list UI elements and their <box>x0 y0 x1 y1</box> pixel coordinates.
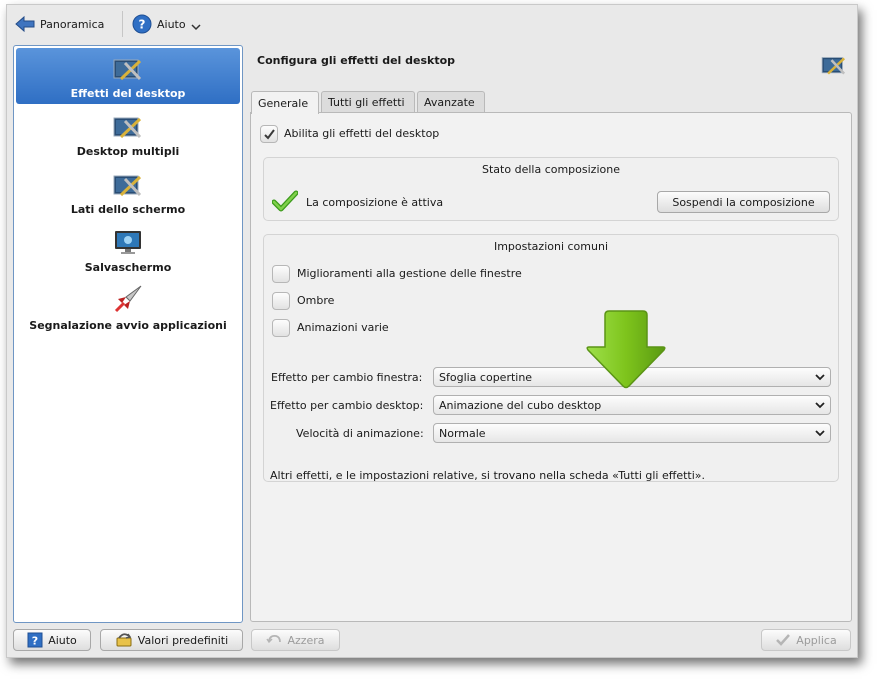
sidebar-item-screensaver[interactable]: Salvaschermo <box>16 222 240 278</box>
sidebar-item-launch-feedback[interactable]: Segnalazione avvio applicazioni <box>16 280 240 336</box>
desktop-switch-label: Effetto per cambio desktop: <box>270 399 424 412</box>
help-icon: ? <box>132 14 152 34</box>
help-button-label: Aiuto <box>48 633 77 647</box>
reset-button-label: Azzera <box>287 633 325 647</box>
sidebar-item-multiple-desktops[interactable]: Desktop multipli <box>16 106 240 162</box>
desktop-effects-icon <box>113 59 142 81</box>
multiple-desktops-icon <box>113 117 142 139</box>
chevron-down-icon <box>815 402 825 409</box>
checkmark-icon <box>264 129 275 140</box>
composition-status-text: La composizione è attiva <box>306 196 444 209</box>
tab-general[interactable]: Generale <box>251 91 319 114</box>
enable-effects-label: Abilita gli effetti del desktop <box>284 127 440 140</box>
tab-label: Avanzate <box>424 96 475 109</box>
window-management-label: Miglioramenti alla gestione delle finest… <box>297 267 522 280</box>
animations-label: Animazioni varie <box>297 321 389 334</box>
reset-button[interactable]: Azzera <box>251 629 340 651</box>
launch-feedback-rocket-icon <box>114 285 142 313</box>
sidebar-item-label: Desktop multipli <box>76 145 180 158</box>
sidebar-item-label: Effetti del desktop <box>70 87 186 100</box>
page-title: Configura gli effetti del desktop <box>257 54 456 67</box>
more-effects-hint: Altri effetti, e le impostazioni relativ… <box>270 469 706 482</box>
sidebar-item-label: Lati dello schermo <box>70 203 186 216</box>
restore-defaults-icon <box>116 633 132 647</box>
sidebar-item-label: Salvaschermo <box>84 261 172 274</box>
screen-edges-icon <box>113 175 142 197</box>
chevron-down-icon <box>815 374 825 381</box>
overview-button[interactable]: Panoramica <box>11 11 108 37</box>
svg-text:?: ? <box>139 18 146 32</box>
suspend-composition-button[interactable]: Sospendi la composizione <box>657 191 830 213</box>
common-settings-group: Impostazioni comuni Miglioramenti alla g… <box>263 234 839 482</box>
chevron-down-icon <box>815 430 825 437</box>
svg-text:?: ? <box>32 635 38 648</box>
desktop-effects-icon <box>821 57 846 75</box>
system-settings-window: Panoramica ? Aiuto Effetti del desktop D… <box>6 4 858 658</box>
help-menu-button[interactable]: ? Aiuto <box>128 11 205 37</box>
desktop-switch-combo[interactable]: Animazione del cubo desktop <box>433 395 831 415</box>
enable-effects-checkbox[interactable] <box>260 125 278 143</box>
help-icon: ? <box>27 632 43 648</box>
chevron-down-icon <box>191 24 201 31</box>
help-button[interactable]: ? Aiuto <box>13 629 91 651</box>
general-tab-panel: Abilita gli effetti del desktop Stato de… <box>250 112 852 622</box>
sidebar-item-label: Segnalazione avvio applicazioni <box>29 319 227 332</box>
defaults-button-label: Valori predefiniti <box>137 633 229 647</box>
common-settings-title: Impostazioni comuni <box>493 240 609 253</box>
help-label: Aiuto <box>157 17 186 31</box>
back-arrow-icon <box>15 15 35 33</box>
animation-speed-combo[interactable]: Normale <box>433 423 831 443</box>
tab-label: Tutti gli effetti <box>328 96 405 109</box>
animation-speed-value: Normale <box>439 426 486 440</box>
window-management-checkbox[interactable] <box>272 265 290 283</box>
check-ok-icon <box>272 190 298 212</box>
shadows-checkbox[interactable] <box>272 292 290 310</box>
reset-icon <box>266 634 282 644</box>
desktop-switch-value: Animazione del cubo desktop <box>439 398 602 412</box>
toolbar-separator <box>122 11 123 37</box>
animation-speed-label: Velocità di animazione: <box>296 427 424 440</box>
window-switch-label: Effetto per cambio finestra: <box>271 371 423 384</box>
checkmark-icon <box>776 634 791 646</box>
apply-button[interactable]: Applica <box>761 629 851 651</box>
apply-button-label: Applica <box>796 633 837 647</box>
category-sidebar: Effetti del desktop Desktop multipli Lat… <box>13 45 243 623</box>
tab-label: Generale <box>258 96 309 110</box>
tab-advanced[interactable]: Avanzate <box>417 91 485 113</box>
sidebar-item-screen-edges[interactable]: Lati dello schermo <box>16 164 240 220</box>
arrow-down-icon <box>586 310 666 389</box>
composition-status-group: Stato della composizione La composizione… <box>263 157 839 221</box>
sidebar-item-desktop-effects[interactable]: Effetti del desktop <box>16 48 240 104</box>
overview-label: Panoramica <box>40 17 105 31</box>
composition-group-title: Stato della composizione <box>482 163 620 176</box>
screensaver-icon <box>115 231 141 254</box>
toolbar: Panoramica ? Aiuto <box>7 5 857 43</box>
animations-checkbox[interactable] <box>272 319 290 337</box>
window-switch-value: Sfoglia copertine <box>439 370 533 384</box>
defaults-button[interactable]: Valori predefiniti <box>100 629 243 651</box>
suspend-composition-label: Sospendi la composizione <box>672 195 815 209</box>
dialog-button-bar: ? Aiuto Valori predefiniti Azzera Applic… <box>7 623 857 657</box>
shadows-label: Ombre <box>297 294 335 307</box>
tab-all-effects[interactable]: Tutti gli effetti <box>321 91 415 113</box>
